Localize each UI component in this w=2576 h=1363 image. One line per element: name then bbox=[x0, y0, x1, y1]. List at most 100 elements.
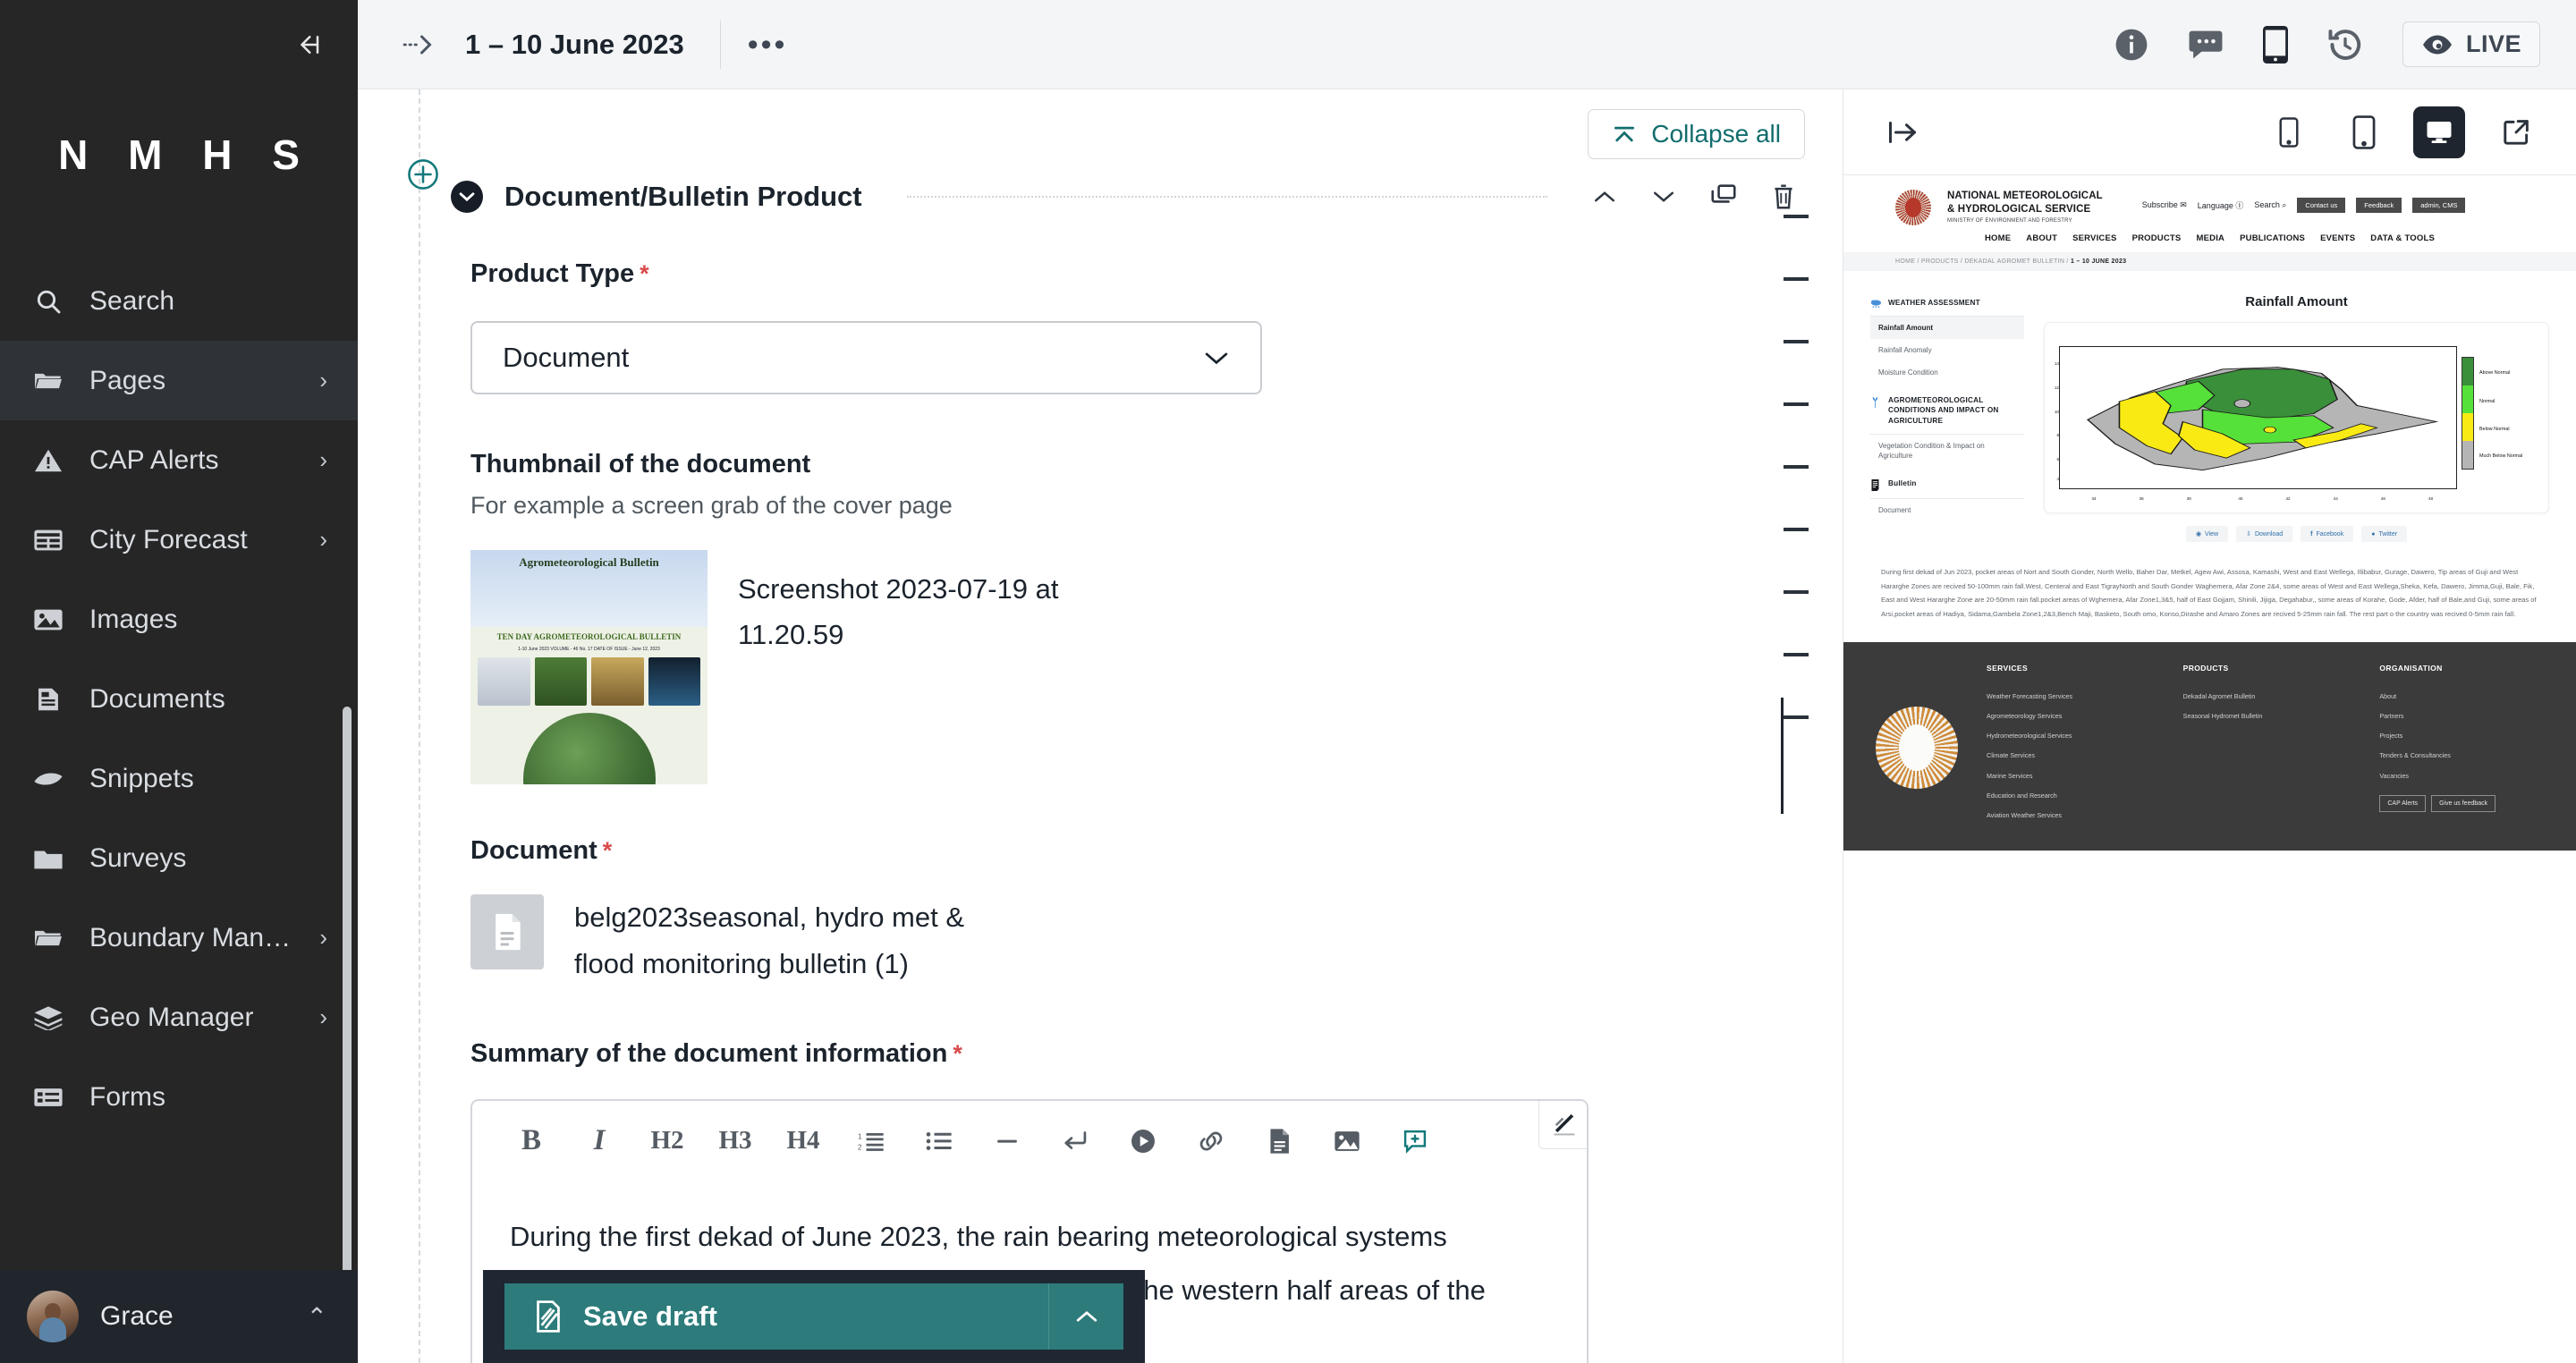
facebook-share-button[interactable]: f Facebook bbox=[2301, 526, 2354, 542]
heading-3-icon[interactable]: H3 bbox=[701, 1113, 769, 1169]
file-icon[interactable] bbox=[470, 894, 544, 969]
line-break-icon[interactable] bbox=[1041, 1113, 1109, 1169]
comment-anchor[interactable] bbox=[1784, 590, 1809, 594]
site-nav-about[interactable]: ABOUT bbox=[2026, 233, 2057, 243]
footer-link[interactable]: Hydrometeorological Services bbox=[1987, 732, 2157, 741]
sidebar-item-snippets[interactable]: Snippets bbox=[0, 739, 358, 818]
delete-icon[interactable] bbox=[1771, 183, 1796, 210]
site-nav-publications[interactable]: PUBLICATIONS bbox=[2240, 233, 2305, 243]
footer-link[interactable]: Climate Services bbox=[1987, 751, 2157, 760]
desktop-preview-icon[interactable] bbox=[2413, 106, 2465, 158]
live-preview-button[interactable]: LIVE bbox=[2402, 21, 2540, 67]
footer-link[interactable]: Projects bbox=[2379, 732, 2549, 741]
save-draft-button[interactable]: Save draft bbox=[504, 1283, 1048, 1350]
footer-link[interactable]: Weather Forecasting Services bbox=[1987, 692, 2157, 701]
comment-anchor[interactable] bbox=[1784, 465, 1809, 469]
ordered-list-icon[interactable]: 12 bbox=[837, 1113, 905, 1169]
heading-4-icon[interactable]: H4 bbox=[769, 1113, 837, 1169]
search-link[interactable]: Search ⌕ bbox=[2254, 200, 2286, 210]
add-comment-icon[interactable] bbox=[1381, 1113, 1449, 1169]
site-nav-events[interactable]: EVENTS bbox=[2320, 233, 2355, 243]
italic-icon[interactable]: I bbox=[565, 1113, 633, 1169]
feedback-button[interactable]: Feedback bbox=[2356, 198, 2402, 213]
site-nav-products[interactable]: PRODUCTS bbox=[2132, 233, 2182, 243]
footer-link[interactable]: Tenders & Consultancies bbox=[2379, 751, 2549, 760]
side-nav-rainfall-anomaly[interactable]: Rainfall Anomaly bbox=[1870, 339, 2024, 361]
image-icon[interactable] bbox=[1313, 1113, 1381, 1169]
footer-link[interactable]: Agrometeorology Services bbox=[1987, 712, 2157, 721]
sidebar-item-geo-manager[interactable]: Geo Manager › bbox=[0, 978, 358, 1057]
phone-small-preview-icon[interactable] bbox=[2263, 106, 2315, 158]
more-options-button[interactable]: ••• bbox=[748, 30, 788, 60]
sidebar-item-pages[interactable]: Pages › bbox=[0, 341, 358, 420]
comment-anchor[interactable] bbox=[1784, 340, 1809, 343]
footer-link[interactable]: Dekadal Agromet Bulletin bbox=[2183, 692, 2353, 701]
sidebar-item-documents[interactable]: Documents bbox=[0, 659, 358, 739]
twitter-share-button[interactable]: ● Twitter bbox=[2361, 526, 2408, 542]
cap-alerts-button[interactable]: CAP Alerts bbox=[2379, 794, 2427, 812]
side-nav-vegetation-condition[interactable]: Vegetation Condition & Impact on Agricul… bbox=[1870, 435, 2024, 467]
sidebar-item-images[interactable]: Images bbox=[0, 580, 358, 659]
sidebar-item-city-forecast[interactable]: City Forecast › bbox=[0, 500, 358, 580]
comment-anchor[interactable] bbox=[1784, 402, 1809, 406]
give-feedback-button[interactable]: Give us feedback bbox=[2431, 794, 2496, 812]
sidebar-item-forms[interactable]: Forms bbox=[0, 1057, 358, 1137]
link-icon[interactable] bbox=[1177, 1113, 1245, 1169]
footer-link[interactable]: Marine Services bbox=[1987, 772, 2157, 781]
site-nav-data-tools[interactable]: DATA & TOOLS bbox=[2370, 233, 2435, 243]
sidebar-collapse-button[interactable] bbox=[290, 26, 327, 63]
site-nav-home[interactable]: HOME bbox=[1985, 233, 2011, 243]
mobile-preview-icon[interactable] bbox=[2262, 25, 2288, 63]
heading-2-icon[interactable]: H2 bbox=[633, 1113, 701, 1169]
footer-link[interactable]: Vacancies bbox=[2379, 772, 2549, 781]
footer-link[interactable]: About bbox=[2379, 692, 2549, 701]
text-formatting-icon[interactable] bbox=[1538, 1100, 1587, 1149]
language-link[interactable]: Language Ⓘ bbox=[2198, 199, 2244, 211]
add-block-button[interactable] bbox=[408, 159, 438, 190]
expand-right-icon[interactable] bbox=[1876, 119, 1929, 146]
sidebar-item-cap-alerts[interactable]: CAP Alerts › bbox=[0, 420, 358, 500]
comment-anchor[interactable] bbox=[1784, 528, 1809, 531]
horizontal-rule-icon[interactable] bbox=[973, 1113, 1041, 1169]
duplicate-icon[interactable] bbox=[1710, 183, 1737, 210]
document-link-icon[interactable] bbox=[1245, 1113, 1313, 1169]
comment-anchor[interactable] bbox=[1784, 653, 1809, 656]
info-icon[interactable] bbox=[2114, 28, 2148, 62]
side-nav-moisture-condition[interactable]: Moisture Condition bbox=[1870, 361, 2024, 384]
open-external-icon[interactable] bbox=[2488, 118, 2544, 147]
sidebar-scrollbar[interactable] bbox=[343, 707, 352, 1270]
footer-link[interactable]: Seasonal Hydromet Bulletin bbox=[2183, 712, 2353, 721]
sidebar-item-search[interactable]: Search bbox=[0, 261, 358, 341]
download-button[interactable]: ⇩ Download bbox=[2236, 526, 2293, 542]
bullet-list-icon[interactable] bbox=[905, 1113, 973, 1169]
phone-large-preview-icon[interactable] bbox=[2338, 106, 2390, 158]
site-nav-services[interactable]: SERVICES bbox=[2072, 233, 2116, 243]
footer-link[interactable]: Education and Research bbox=[1987, 792, 2157, 800]
footer-link[interactable]: Aviation Weather Services bbox=[1987, 811, 2157, 820]
side-nav-document[interactable]: Document bbox=[1870, 499, 2024, 521]
footer-link[interactable]: Partners bbox=[2379, 712, 2549, 721]
thumbnail-image[interactable]: Agrometeorological Bulletin TEN DAY AGRO… bbox=[470, 550, 708, 784]
comment-anchor[interactable] bbox=[1784, 715, 1809, 719]
breadcrumb-forward-icon[interactable] bbox=[397, 34, 444, 55]
admin-cms-button[interactable]: admin, CMS bbox=[2412, 198, 2466, 213]
side-nav-rainfall-amount[interactable]: Rainfall Amount bbox=[1870, 317, 2024, 340]
breadcrumb-trail[interactable]: HOME / PRODUCTS / DEKADAL AGROMET BULLET… bbox=[1895, 258, 2071, 265]
section-toggle-button[interactable] bbox=[451, 181, 483, 213]
sidebar-user-menu[interactable]: Grace ⌃ bbox=[0, 1270, 358, 1363]
sidebar-item-boundary-manager[interactable]: Boundary Man… › bbox=[0, 898, 358, 978]
product-type-select[interactable]: Document bbox=[470, 321, 1262, 394]
embed-play-icon[interactable] bbox=[1109, 1113, 1177, 1169]
site-nav-media[interactable]: MEDIA bbox=[2196, 233, 2224, 243]
move-up-icon[interactable] bbox=[1592, 188, 1617, 206]
comment-icon[interactable] bbox=[2188, 29, 2224, 61]
comment-anchor[interactable] bbox=[1784, 277, 1809, 281]
collapse-all-button[interactable]: Collapse all bbox=[1588, 109, 1805, 159]
comment-anchor[interactable] bbox=[1784, 215, 1809, 218]
bold-icon[interactable]: B bbox=[497, 1113, 565, 1169]
sidebar-item-surveys[interactable]: Surveys bbox=[0, 818, 358, 898]
view-button[interactable]: ◉ View bbox=[2185, 526, 2229, 542]
history-icon[interactable] bbox=[2327, 28, 2363, 62]
subscribe-link[interactable]: Subscribe ✉ bbox=[2142, 200, 2187, 210]
move-down-icon[interactable] bbox=[1651, 188, 1676, 206]
